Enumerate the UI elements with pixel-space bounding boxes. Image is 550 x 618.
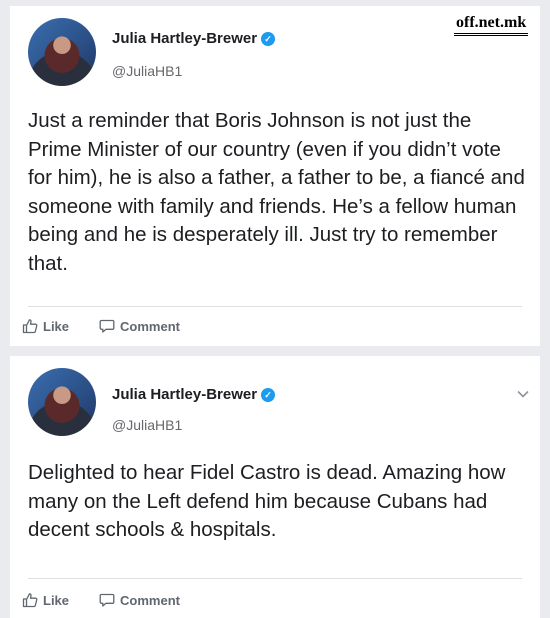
- avatar[interactable]: [28, 368, 96, 436]
- post-menu-button[interactable]: [516, 386, 530, 404]
- verified-check-icon: ✓: [261, 388, 276, 402]
- thumbs-up-icon: [22, 319, 38, 334]
- author-name-label[interactable]: Julia Hartley-Brewer: [112, 30, 257, 47]
- verified-check-icon: ✓: [261, 32, 276, 46]
- post-card: Julia Hartley-Brewer ✓ @JuliaHB1 Just a r…: [10, 6, 540, 346]
- like-label: Like: [43, 318, 70, 334]
- avatar[interactable]: [28, 18, 96, 86]
- comment-bubble-icon: [99, 593, 115, 607]
- divider: [28, 306, 522, 307]
- author-name-label[interactable]: Julia Hartley-Brewer: [112, 386, 257, 403]
- post-card: Julia Hartley-Brewer ✓ @JuliaHB1 Delighte…: [10, 356, 540, 618]
- watermark: off.net.mk: [454, 14, 529, 36]
- comment-label: Comment: [120, 592, 180, 608]
- post-actions: Like Comment: [22, 592, 180, 608]
- comment-button[interactable]: Comment: [99, 592, 180, 608]
- like-button[interactable]: Like: [22, 592, 69, 608]
- comment-label: Comment: [120, 318, 180, 334]
- post-text: Just a reminder that Boris Johnson is no…: [28, 109, 525, 275]
- thumbs-up-icon: [22, 593, 38, 608]
- author-handle[interactable]: @JuliaHB1: [112, 63, 182, 79]
- comment-bubble-icon: [99, 319, 115, 333]
- like-label: Like: [43, 592, 70, 608]
- chevron-down-icon: [517, 390, 529, 398]
- comment-button[interactable]: Comment: [99, 318, 180, 334]
- post-text: Delighted to hear Fidel Castro is dead. …: [28, 461, 506, 541]
- author-handle[interactable]: @JuliaHB1: [112, 417, 182, 433]
- divider: [28, 578, 522, 579]
- author-name[interactable]: Julia Hartley-Brewer ✓: [112, 386, 276, 403]
- post-actions: Like Comment: [22, 318, 180, 334]
- like-button[interactable]: Like: [22, 318, 69, 334]
- author-name[interactable]: Julia Hartley-Brewer ✓: [112, 30, 276, 47]
